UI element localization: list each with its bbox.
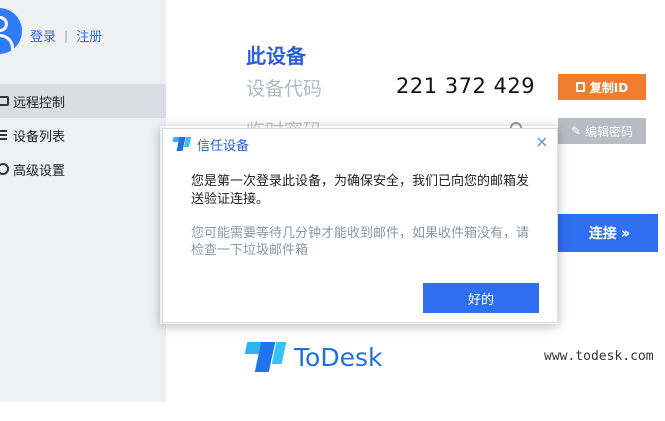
dialog-message: 您是第一次登录此设备，为确保安全，我们已向您的邮箱发送验证连接。: [191, 174, 530, 207]
dialog-title: 信任设备: [197, 138, 250, 154]
auth-separator: |: [64, 28, 69, 43]
avatar[interactable]: [0, 8, 22, 54]
register-link[interactable]: 注册: [76, 26, 102, 45]
todesk-small-logo-icon: [172, 136, 192, 152]
section-title: 此设备: [246, 44, 306, 68]
connect-button[interactable]: 连接 ››: [558, 214, 658, 252]
sidebar-item-label: 远程控制: [13, 95, 66, 111]
edit-password-label: 编辑密码: [585, 124, 634, 139]
logo-text: ToDesk: [294, 342, 383, 372]
todesk-logo-icon: [244, 340, 287, 374]
sidebar-item-label: 高级设置: [13, 163, 66, 179]
pencil-icon: ✎: [570, 124, 582, 138]
login-link[interactable]: 登录: [30, 26, 56, 45]
double-chevron-right-icon: ››: [620, 224, 631, 242]
website-link[interactable]: www.todesk.com: [544, 349, 654, 364]
trust-device-dialog: 信任设备 × 您是第一次登录此设备，为确保安全，我们已向您的邮箱发送验证连接。 …: [162, 128, 558, 323]
avatar-head-icon: [0, 16, 8, 32]
ok-button[interactable]: 好的: [423, 283, 539, 313]
connect-label: 连接: [588, 226, 617, 242]
sidebar: 登录 | 注册 远程控制 设备列表 高级设置: [0, 0, 166, 402]
copy-id-label: 复制ID: [589, 80, 629, 95]
copy-id-button[interactable]: 复制ID: [558, 74, 646, 100]
todesk-logo: ToDesk: [244, 340, 383, 374]
sidebar-item-label: 设备列表: [13, 129, 66, 145]
device-code-value: 221 372 429: [396, 74, 536, 98]
avatar-body-icon: [0, 34, 14, 54]
list-icon: [0, 128, 9, 142]
sidebar-item-advanced-settings[interactable]: 高级设置: [0, 152, 166, 186]
monitor-icon: [0, 96, 9, 106]
auth-links: 登录 | 注册: [30, 26, 102, 46]
sidebar-nav: 远程控制 设备列表 高级设置: [0, 84, 166, 186]
dialog-header: 信任设备: [163, 129, 557, 159]
edit-password-button[interactable]: ✎ 编辑密码: [558, 118, 646, 144]
sidebar-item-remote-control[interactable]: 远程控制: [0, 84, 166, 118]
copy-icon: [575, 82, 585, 92]
gear-icon: [0, 163, 9, 175]
sidebar-item-device-list[interactable]: 设备列表: [0, 118, 166, 152]
close-icon[interactable]: ×: [533, 133, 551, 151]
dialog-hint: 您可能需要等待几分钟才能收到邮件，如果收件箱没有，请检查一下垃圾邮件箱: [191, 226, 530, 258]
device-code-label: 设备代码: [246, 78, 323, 100]
